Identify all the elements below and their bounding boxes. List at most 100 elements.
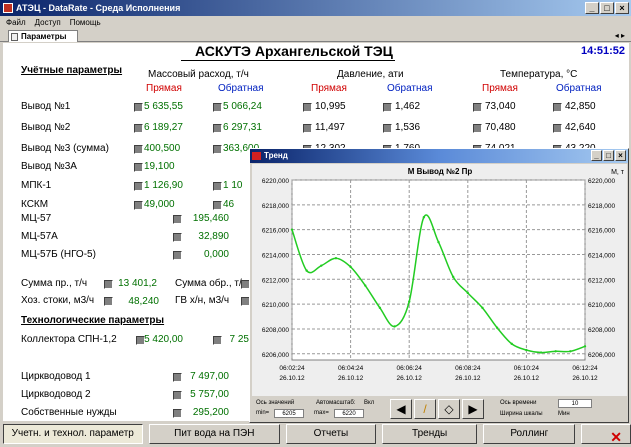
row-value-p1: 11,497 <box>315 122 345 133</box>
lower-row-label: Собственные нужды <box>21 407 117 418</box>
header-temp: Температура, °С <box>500 69 578 80</box>
indicator <box>213 103 222 112</box>
data-point <box>320 264 323 267</box>
indicator <box>303 124 312 133</box>
data-point <box>364 284 367 287</box>
max-label: max= <box>314 410 329 416</box>
indicator <box>134 103 143 112</box>
y-tick-label-right: 6210,000 <box>588 302 615 309</box>
menu-bar: Файл Доступ Помощь <box>0 16 631 30</box>
trend-plot-area: М Вывод №2 Пр М, т 6220,000 6220,000 6218,00… <box>252 164 627 396</box>
minimize-button[interactable]: _ <box>585 2 599 14</box>
temp-direct-header: Прямая <box>482 83 518 94</box>
minutes-unit: Мин <box>558 411 570 417</box>
max-input[interactable]: 6220 <box>334 409 364 418</box>
menu-file[interactable]: Файл <box>6 16 26 30</box>
trend-window[interactable]: Тренд _ □ × М Вывод №2 Пр М, т 6220,000 622… <box>249 148 629 423</box>
y-tick-label: 6214,000 <box>262 252 289 259</box>
trend-title-bar: Тренд _ □ × <box>250 149 628 163</box>
gv-label: ГВ х/н, м3/ч <box>175 295 230 306</box>
mass-direct-header: Прямая <box>146 83 182 94</box>
data-point <box>393 325 396 328</box>
y-tick-label: 6212,000 <box>262 277 289 284</box>
row-value-m1: 1 126,90 <box>144 180 183 191</box>
section-accounting: Учётные параметры <box>21 65 123 76</box>
row-value-m1: 400,500 <box>144 143 181 154</box>
window-title: АТЭЦ - DataRate - Среда Исполнения <box>16 3 181 13</box>
header-pressure: Давление, ати <box>337 69 404 80</box>
indicator <box>213 145 222 154</box>
y-tick-label: 6220,000 <box>262 178 289 185</box>
auto-scale-on[interactable]: Вкл <box>364 400 374 406</box>
sum-direct-value: 13 401,2 <box>118 278 157 289</box>
pressure-direct-header: Прямая <box>311 83 347 94</box>
data-point <box>408 300 411 303</box>
row-label: КСКМ <box>21 199 49 210</box>
x-tick-date: 26.10.12 <box>338 375 364 382</box>
nav-trends-button[interactable]: Тренды <box>381 424 478 444</box>
close-button[interactable]: × <box>615 2 629 14</box>
y-tick-label-right: 6212,000 <box>588 277 615 284</box>
drain-value: 48,240 <box>128 296 159 307</box>
row-value-m1: 49,000 <box>144 199 175 210</box>
y-tick-label: 6218,000 <box>262 203 289 210</box>
scroll-right-button[interactable]: ▶ <box>462 399 484 419</box>
row-value-m1: 5 635,55 <box>144 101 183 112</box>
mc-row-value: 195,460 <box>192 213 229 224</box>
nav-rolling-button[interactable]: Роллинг <box>483 424 576 444</box>
data-point <box>290 228 294 231</box>
exit-button[interactable]: ✕ <box>581 424 631 445</box>
fill-tool-button[interactable]: ◇ <box>438 399 460 419</box>
y-tick-label: 6210,000 <box>262 302 289 309</box>
section-tech: Технологические параметры <box>21 315 165 326</box>
pen-tool-button[interactable]: / <box>414 399 436 419</box>
trend-close-button[interactable]: × <box>615 150 626 161</box>
mc-row-label: МЦ-57А <box>21 231 58 242</box>
trend-title: Тренд <box>264 151 288 160</box>
axis-values-label: Ось значений <box>256 400 295 406</box>
indicator <box>134 145 143 154</box>
trend-maximize-button[interactable]: □ <box>603 150 614 161</box>
data-point <box>554 350 557 353</box>
exit-icon: ✕ <box>610 429 623 445</box>
header-mass: Массовый расход, т/ч <box>148 69 249 80</box>
x-tick-date: 26.10.12 <box>572 375 598 382</box>
nav-accounting-button[interactable]: Учетн. и технол. параметр <box>3 424 143 444</box>
lower-row-label: Циркводовод 2 <box>21 389 91 400</box>
nav-reports-button[interactable]: Отчеты <box>286 424 376 444</box>
title-bar: АТЭЦ - DataRate - Среда Исполнения _ □ × <box>0 0 631 16</box>
row-value-t1: 70,480 <box>485 122 516 133</box>
data-point <box>349 265 352 269</box>
mc-row-value: 32,890 <box>198 231 229 242</box>
trend-minimize-button[interactable]: _ <box>591 150 602 161</box>
scroll-left-button[interactable]: ◀ <box>390 399 412 419</box>
x-tick-label: 06:06:24 <box>397 365 423 372</box>
tab-scroll-arrows[interactable]: ◂ ▸ <box>615 30 625 42</box>
indicator <box>213 124 222 133</box>
tab-parameters[interactable]: Параметры <box>8 30 78 42</box>
row-value-m1: 19,100 <box>144 161 175 172</box>
tab-row: Параметры ◂ ▸ <box>0 30 631 42</box>
indicator <box>213 201 222 210</box>
indicator <box>213 182 222 191</box>
nav-feedwater-button[interactable]: Пит вода на ПЭН <box>148 424 281 444</box>
min-input[interactable]: 6205 <box>274 409 304 418</box>
trend-icon <box>252 152 261 160</box>
lower-row-value: 5 757,00 <box>190 389 229 400</box>
maximize-button[interactable]: □ <box>600 2 614 14</box>
indicator <box>134 182 143 191</box>
lower-row-value: 7 497,00 <box>190 371 229 382</box>
menu-access[interactable]: Доступ <box>35 16 61 30</box>
x-tick-label: 06:10:24 <box>514 365 540 372</box>
trend-controls: Ось значений Автомасштаб: Вкл min= 6205 … <box>252 398 627 422</box>
data-point <box>539 351 543 354</box>
data-point <box>525 348 528 352</box>
row-label: Вывод №2 <box>21 122 71 133</box>
row-value-p2: 1,536 <box>395 122 421 133</box>
row-value-m1: 6 189,27 <box>144 122 183 133</box>
time-axis-label: Ось времени <box>500 400 537 406</box>
scale-width-input[interactable]: 10 <box>558 399 592 408</box>
x-tick-date: 26.10.12 <box>455 375 481 382</box>
menu-help[interactable]: Помощь <box>70 16 101 30</box>
row-value-t1: 73,040 <box>485 101 516 112</box>
